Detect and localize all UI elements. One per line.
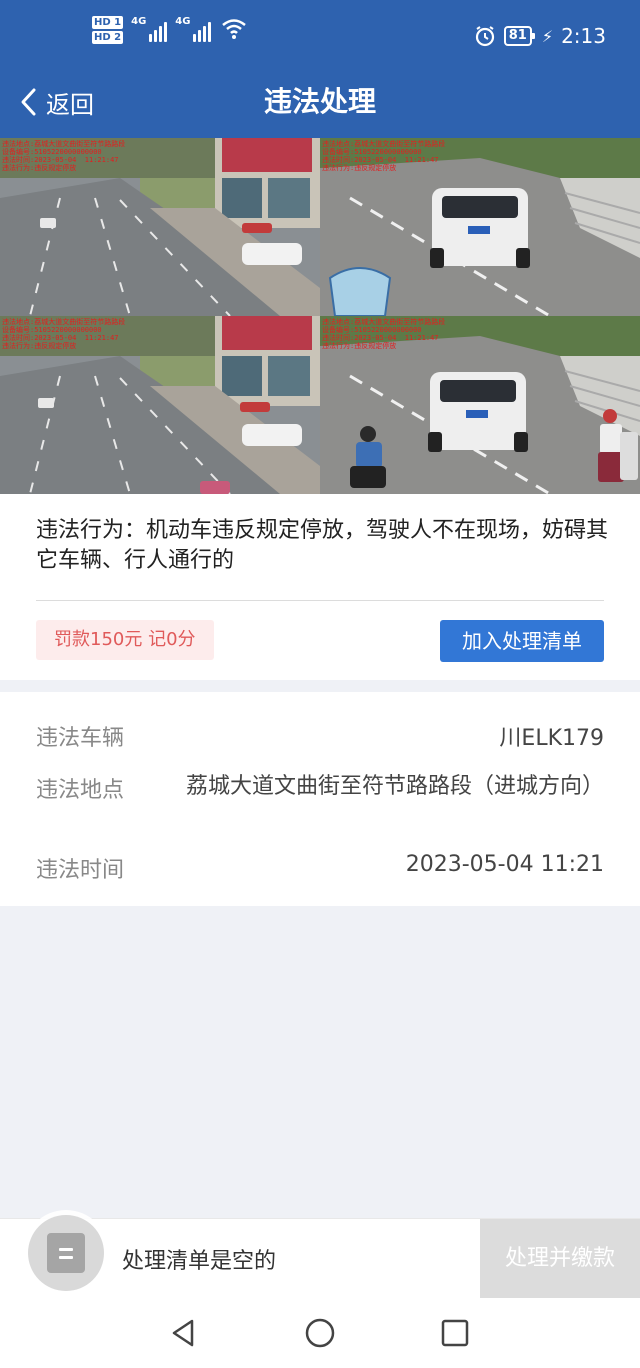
process-list-button[interactable] (28, 1215, 104, 1291)
alarm-icon (475, 26, 494, 47)
photo-watermark: 违法地点:荔城大道文曲街至符节路路段 设备编号:5105220000000000 违… (322, 140, 446, 172)
violation-behavior: 违法行为：机动车违反规定停放，驾驶人不在现场，妨碍其它车辆、行人通行的 (36, 518, 609, 573)
page-title: 违法处理 (263, 85, 376, 118)
signal-2-icon: 4G (175, 16, 212, 42)
photo-watermark: 违法地点:荔城大道文曲街至符节路路段 设备编号:5105220000000000 违… (322, 318, 446, 350)
vehicle-label: 违法车辆 (36, 726, 125, 751)
location-label: 违法地点 (36, 778, 125, 803)
status-bar: HD 1 HD 2 4G 4G 81 ⚡ 2:13 (0, 0, 640, 72)
vehicle-value: 川ELK179 (499, 726, 604, 751)
charging-icon: ⚡ (541, 26, 554, 46)
time-value: 2023-05-04 11:21 (405, 852, 604, 877)
add-to-list-button[interactable]: 加入处理清单 (440, 620, 604, 662)
battery-indicator: 81 (503, 26, 535, 46)
location-value: 荔城大道文曲街至符节路路段（进城方向） (185, 774, 604, 799)
fine-badge: 罚款150元 记0分 (36, 620, 214, 660)
process-and-pay-button[interactable]: 处理并缴款 (480, 1219, 640, 1299)
navigation-bar: 返回 违法处理 (0, 72, 640, 138)
nav-back-icon[interactable] (166, 1316, 200, 1350)
wifi-icon (221, 16, 247, 40)
app-header: HD 1 HD 2 4G 4G 81 ⚡ 2:13 返回 违法处理 (0, 0, 640, 140)
nav-home-icon[interactable] (303, 1316, 337, 1350)
evidence-photo-3[interactable]: 违法地点:荔城大道文曲街至符节路路段 设备编号:5105220000000000 违… (0, 316, 320, 494)
network-indicators: HD 1 HD 2 4G 4G (92, 16, 247, 44)
list-status-text: 处理清单是空的 (122, 1249, 277, 1274)
photo-watermark: 违法地点:荔城大道文曲街至符节路路段 设备编号:5105220000000000 违… (2, 318, 126, 350)
evidence-photo-2[interactable]: 违法地点:荔城大道文曲街至符节路路段 设备编号:5105220000000000 违… (320, 138, 640, 316)
divider (36, 600, 604, 601)
evidence-photos: 违法地点:荔城大道文曲街至符节路路段 设备编号:5105220000000000 违… (0, 138, 640, 494)
system-navigation-bar (0, 1298, 640, 1368)
photo-watermark: 违法地点:荔城大道文曲街至符节路路段 设备编号:5105220000000000 违… (2, 140, 126, 172)
evidence-photo-1[interactable]: 违法地点:荔城大道文曲街至符节路路段 设备编号:5105220000000000 违… (0, 138, 320, 316)
nav-recents-icon[interactable] (438, 1316, 472, 1350)
signal-1-icon: 4G (131, 16, 168, 42)
violation-details: 违法车辆 川ELK179 违法地点 荔城大道文曲街至符节路路段（进城方向） 违法… (0, 692, 640, 906)
sim2-badge: HD 2 (92, 31, 124, 44)
process-list-bar: 处理清单是空的 处理并缴款 (0, 1215, 640, 1299)
violation-card: 违法行为：机动车违反规定停放，驾驶人不在现场，妨碍其它车辆、行人通行的 罚款15… (0, 494, 640, 680)
list-icon (47, 1233, 85, 1273)
time-label: 违法时间 (36, 858, 125, 883)
sim1-badge: HD 1 (92, 16, 124, 29)
clock: 2:13 (561, 24, 606, 48)
system-indicators: 81 ⚡ 2:13 (474, 24, 606, 48)
evidence-photo-4[interactable]: 违法地点:荔城大道文曲街至符节路路段 设备编号:5105220000000000 违… (320, 316, 640, 494)
